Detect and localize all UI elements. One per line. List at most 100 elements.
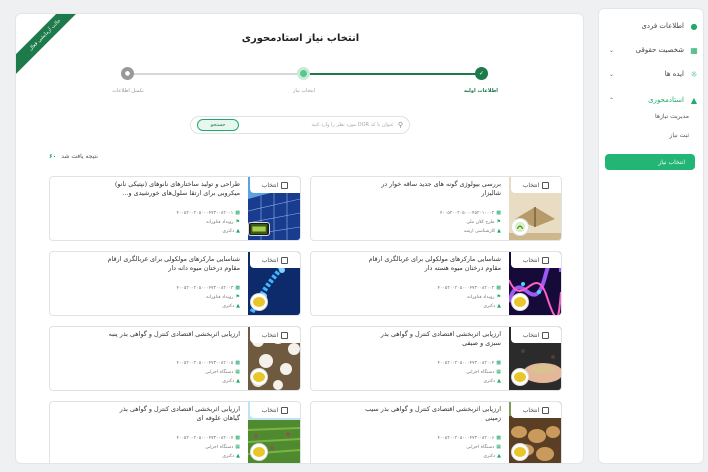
card-type: ⚑ طرح کلان ملی [466,219,501,225]
card-title: شناسایی مارکرهای مولکولی برای غربالگری ا… [368,255,501,272]
select-checkbox[interactable]: انتخاب [511,327,561,343]
flag-icon: ⚑ [235,219,240,225]
user-icon: ● [690,21,698,31]
card-code: ▩ ۴۰۰۵۲۰۰۲۰۵۰۰۰۴۷۳۰۰۸۲۰۰۶ [437,435,501,441]
step-label-2: انتخاب نیاز [292,88,316,94]
result-count: نتیجه یافت شد ۶۰ [49,153,98,160]
sidebar-item-ideas[interactable]: ☼ ایده ها ⌄ [605,65,699,83]
card-type: ▦ دستگاه اجرایی [205,369,240,375]
card-degree: ▲ دکتری [222,303,240,309]
need-card[interactable]: انتخاب ارزیابی اثربخشی اقتصادی کنترل و گ… [310,401,562,463]
card-type: ⚑ رویداد فناورانه [206,219,240,225]
card-degree: ▲ دکتری [483,453,501,459]
qr-icon: ▩ [235,360,240,366]
page-title: انتخاب نیاز استادمحوری [241,33,360,44]
select-checkbox[interactable]: انتخاب [250,402,300,418]
institute-logo [250,368,268,386]
need-card[interactable]: انتخاب شناسایی مارکرهای مولکولی برای غرب… [310,251,562,316]
test-mode-ribbon: حالت آزمایشی فعال [16,14,89,79]
card-title: ارزیابی اثربخشی اقتصادی کنترل و گواهی بذ… [380,330,501,347]
search-button[interactable]: جستجو [197,119,239,131]
card-degree: ▲ دکتری [222,378,240,384]
chevron-down-icon: ⌄ [609,46,615,54]
select-checkbox[interactable]: انتخاب [250,327,300,343]
chevron-up-icon: ⌃ [609,96,615,104]
stepper-line-done [303,73,481,75]
graduation-cap-icon: ▲ [497,303,501,309]
flag-icon: ⚑ [496,219,501,225]
sidebar-subitem-manage-needs[interactable]: مدیریت نیازها [655,113,689,120]
chevron-down-icon: ⌄ [609,70,615,78]
graduation-cap-icon: ▲ [690,95,698,105]
graduation-cap-icon: ▲ [236,303,240,309]
qr-icon: ▩ [235,285,240,291]
card-type: ▦ دستگاه اجرایی [205,444,240,450]
qr-icon: ▩ [496,210,501,216]
card-code: ▩ ۴۰۰۵۲۰۰۲۰۵۰۰۰۴۷۳۰۰۸۲۰۰۴ [437,360,501,366]
institute-logo [248,222,270,236]
building-icon: ▦ [496,369,501,375]
graduation-cap-icon: ▲ [236,228,240,234]
need-card[interactable]: انتخاب ارزیابی اثربخشی اقتصادی کنترل و گ… [310,326,562,391]
sidebar-item-legal-entity[interactable]: ▦ شخصیت حقوقی ⌄ [605,41,699,59]
institute-logo [511,368,529,386]
graduation-cap-icon: ▲ [236,453,240,459]
card-type: ⚑ رویداد فناورانه [467,294,501,300]
flag-icon: ⚑ [496,294,501,300]
sidebar-subitem-select-need[interactable]: انتخاب نیاز [605,154,695,170]
qr-icon: ▩ [235,210,240,216]
checkbox-icon [281,181,289,189]
checkbox-icon [281,331,289,339]
building-icon: ▦ [496,444,501,450]
checkbox-icon [542,256,550,264]
need-card[interactable]: انتخاب شناسایی مارکرهای مولکولی برای غرب… [49,251,301,316]
institute-logo [511,443,529,461]
card-degree: ▲ دکتری [222,228,240,234]
sidebar: ● اطلاعات فردی ▦ شخصیت حقوقی ⌄ ☼ ایده ها… [598,8,704,464]
card-title: ارزیابی اثربخشی اقتصادی کنترل و گواهی بذ… [119,405,240,422]
need-card[interactable]: انتخاب طراحی و تولید ساختارهای نانوهای (… [49,176,301,241]
main-panel: حالت آزمایشی فعال انتخاب نیاز استادمحوری… [15,13,584,464]
need-card[interactable]: انتخاب ارزیابی اثربخشی اقتصادی کنترل و گ… [49,401,301,463]
graduation-cap-icon: ▲ [497,378,501,384]
institute-logo [511,218,529,236]
card-code: ▩ ۴۰۰۵۲۰۰۲۰۵۰۰۰۴۵۲۰۱۰۰۰۲ [439,210,501,216]
card-degree: ▲ کارشناسی ارشد [463,228,501,234]
institute-logo [511,293,529,311]
sidebar-subitem-register-need[interactable]: ثبت نیاز [670,132,690,139]
card-degree: ▲ دکتری [222,453,240,459]
card-code: ▩ ۴۰۰۵۲۰۰۲۰۵۰۰۰۴۷۳۰۰۸۲۰۰۲ [437,285,501,291]
search-input[interactable] [239,122,394,128]
qr-icon: ▩ [496,285,501,291]
card-title: ارزیابی اثربخشی اقتصادی کنترل و گواهی بذ… [108,330,240,338]
card-title: بررسی بیولوژی گونه های جدید ساقه خوار در… [381,180,501,197]
need-card[interactable]: انتخاب بررسی بیولوژی گونه های جدید ساقه … [310,176,562,241]
card-title: شناسایی مارکرهای مولکولی برای غربالگری ا… [107,255,240,272]
card-title: ارزیابی اثربخشی اقتصادی کنترل و گواهی بذ… [365,405,501,422]
qr-icon: ▩ [496,435,501,441]
graduation-cap-icon: ▲ [497,228,501,234]
need-card[interactable]: انتخاب ارزیابی اثربخشی اقتصادی کنترل و گ… [49,326,301,391]
building-icon: ▦ [690,45,698,55]
select-checkbox[interactable]: انتخاب [250,252,300,268]
card-code: ▩ ۴۰۰۵۲۰۰۲۰۵۰۰۰۴۷۳۰۰۸۲۰۰۱ [176,210,240,216]
building-icon: ▦ [235,444,240,450]
bulb-icon: ☼ [690,69,698,79]
checkbox-icon [542,406,550,414]
select-checkbox[interactable]: انتخاب [250,177,300,193]
select-checkbox[interactable]: انتخاب [511,177,561,193]
card-type: ⚑ رویداد فناورانه [206,294,240,300]
step-current-icon [297,67,310,80]
card-code: ▩ ۴۰۰۵۲۰۰۲۰۵۰۰۰۴۷۳۰۰۸۲۰۰۷ [176,435,240,441]
institute-logo [250,293,268,311]
select-checkbox[interactable]: انتخاب [511,252,561,268]
qr-icon: ▩ [235,435,240,441]
sidebar-item-professor-centric[interactable]: ▲ استادمحوری ⌃ [605,91,699,109]
select-checkbox[interactable]: انتخاب [511,402,561,418]
sidebar-item-personal-info[interactable]: ● اطلاعات فردی [605,17,699,35]
checkbox-icon [281,256,289,264]
card-type: ▦ دستگاه اجرایی [466,369,501,375]
card-degree: ▲ دکتری [483,378,501,384]
step-label-1: اطلاعات اولیه [463,88,499,94]
card-code: ▩ ۴۰۰۵۲۰۰۲۰۵۰۰۰۴۷۳۰۰۸۲۰۰۵ [176,360,240,366]
